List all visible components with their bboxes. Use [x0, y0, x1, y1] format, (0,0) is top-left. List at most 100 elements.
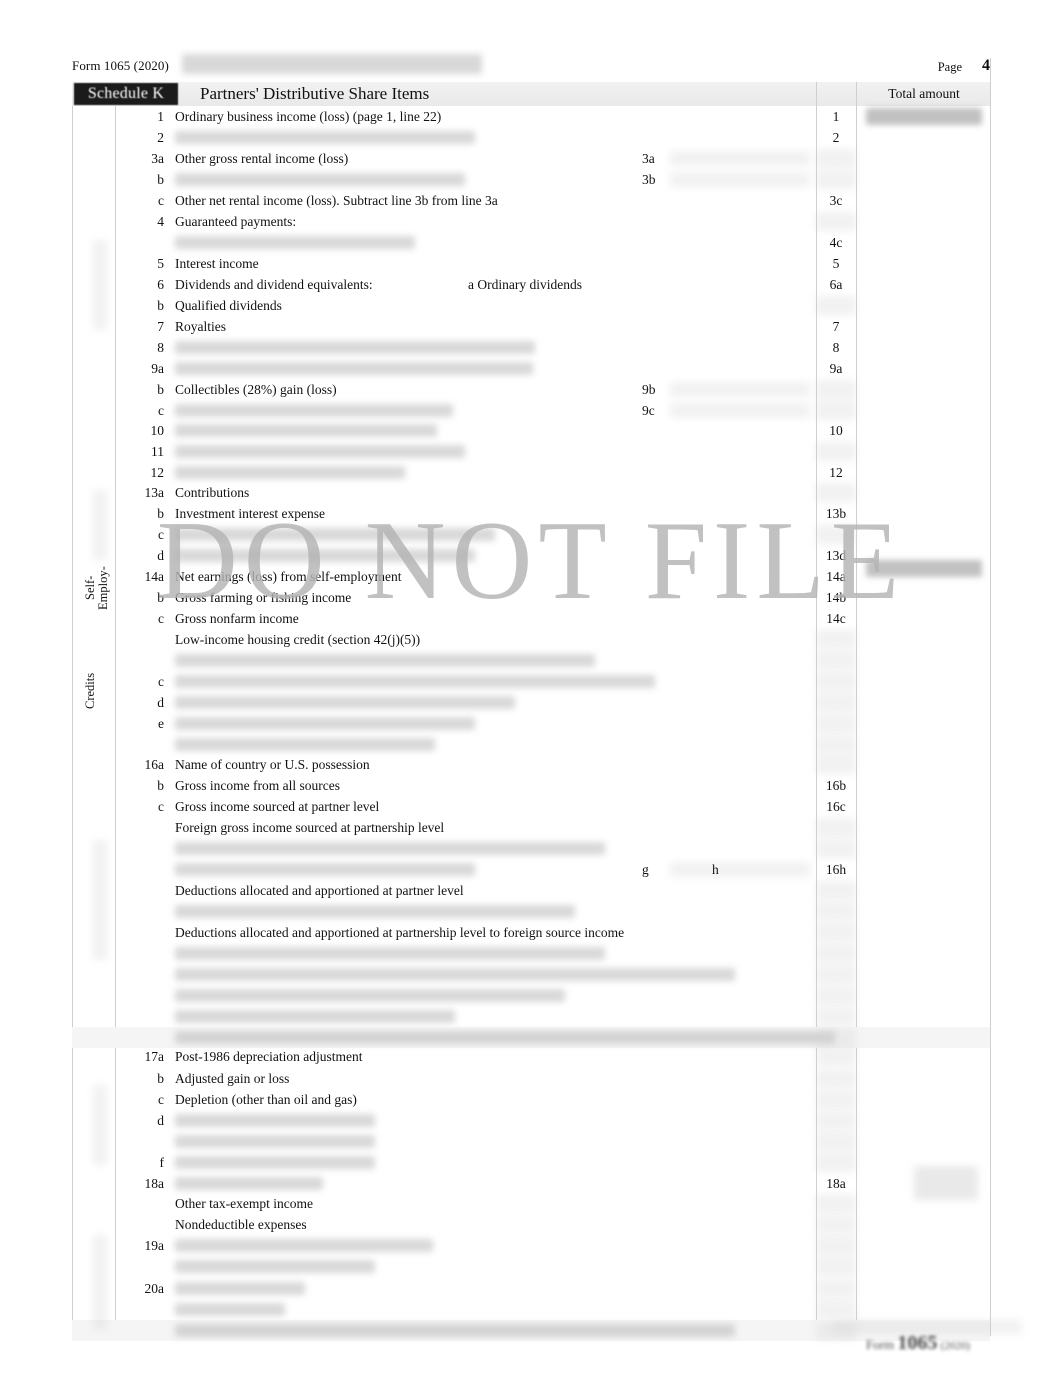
table-row: c Gross income sourced at partner level 16…: [72, 796, 990, 817]
line-reference-code: 16h: [825, 862, 847, 877]
redacted-line-description: [175, 863, 475, 876]
mid-column-line-ref: 3a: [642, 151, 655, 166]
line-number: 14a: [144, 569, 165, 584]
table-row: Low-income housing credit (section 42(j)…: [72, 629, 990, 650]
table-row: 16a Name of country or U.S. possession: [72, 754, 990, 775]
line-description: Deductions allocated and apportioned at …: [175, 925, 625, 940]
line-reference-code: 2: [832, 130, 840, 145]
redacted-total-amount-value[interactable]: [866, 108, 982, 125]
total-amount-column-header: Total amount: [888, 86, 960, 101]
page-header: Form 1065 (2020) Page 4: [72, 54, 990, 76]
redacted-line-description: [175, 173, 465, 186]
line-number: b: [157, 172, 164, 187]
mid-amount-field[interactable]: [670, 862, 810, 877]
mid-amount-field[interactable]: [670, 172, 810, 187]
line-description: Adjusted gain or loss: [175, 1071, 290, 1086]
mid-amount-field[interactable]: [670, 382, 810, 397]
table-row: Other tax-exempt income: [72, 1193, 990, 1214]
shaded-ref-cell: [816, 839, 856, 858]
redacted-line-description: [175, 675, 655, 688]
form-1065-schedule-k-page: Form 1065 (2020) Page 4 Schedule K Partn…: [0, 0, 1062, 1377]
table-row: 4c: [72, 232, 990, 253]
redacted-header-title: [182, 54, 482, 74]
line-number: 16a: [144, 757, 165, 772]
shaded-ref-cell: [816, 442, 856, 461]
shaded-ref-cell: [816, 693, 856, 712]
line-description: Contributions: [175, 485, 250, 500]
table-row: [72, 838, 990, 859]
shaded-ref-cell: [816, 1236, 856, 1255]
side-category-label: Credits: [83, 672, 97, 710]
footer-form-label: Form 1065 (2020): [866, 1332, 970, 1355]
shaded-ref-cell: [816, 1132, 856, 1151]
table-row: 1 Ordinary business income (loss) (page 1…: [72, 106, 990, 127]
line-description: Depletion (other than oil and gas): [175, 1092, 357, 1107]
mid-column-line-ref: 9c: [642, 403, 655, 418]
line-number: c: [158, 674, 164, 689]
table-row: [72, 985, 990, 1006]
table-row: 5 Interest income 5: [72, 253, 990, 274]
line-number: b: [157, 298, 164, 313]
line-number: f: [159, 1155, 165, 1170]
line-description: Foreign gross income sourced at partners…: [175, 820, 445, 835]
line-number: 11: [151, 444, 164, 459]
shaded-ref-cell: [816, 1279, 856, 1298]
footer-form-number: 1065: [897, 1332, 938, 1354]
line-reference-code: 16c: [826, 799, 846, 814]
line-reference-code: 6a: [829, 277, 843, 292]
line-reference-code: 4c: [829, 235, 843, 250]
line-description: Gross nonfarm income: [175, 611, 299, 626]
line-description: Name of country or U.S. possession: [175, 757, 370, 772]
table-row: 18a 18a: [72, 1173, 990, 1194]
redacted-total-amount-value[interactable]: [914, 1166, 978, 1200]
shaded-ref-cell: [816, 923, 856, 942]
table-row: b Investment interest expense 13b: [72, 503, 990, 524]
line-description: Qualified dividends: [175, 298, 282, 313]
shaded-ref-cell: [816, 525, 856, 544]
redacted-line-description: [175, 1282, 305, 1295]
redacted-line-description: [175, 1135, 375, 1148]
redacted-line-description: [175, 424, 437, 437]
redacted-total-amount-value[interactable]: [866, 560, 982, 577]
table-row: 4 Guaranteed payments:: [72, 211, 990, 232]
shaded-ref-cell: [816, 986, 856, 1005]
shaded-ref-cell: [816, 755, 856, 774]
shaded-ref-cell: [816, 1069, 856, 1088]
table-row: [72, 734, 990, 755]
shaded-ref-cell: [816, 881, 856, 900]
line-reference-code: 9a: [829, 361, 843, 376]
line-number: b: [157, 778, 164, 793]
redacted-line-description: [175, 654, 595, 667]
shaded-ref-cell: [816, 212, 856, 231]
line-number: 5: [157, 256, 164, 271]
mid-amount-field[interactable]: [670, 151, 810, 166]
redacted-line-description: [175, 1114, 375, 1127]
line-description: Deductions allocated and apportioned at …: [175, 883, 464, 898]
shaded-ref-cell: [816, 380, 856, 399]
shaded-ref-cell: [816, 735, 856, 754]
line-number: 9a: [151, 361, 164, 376]
redacted-line-description: [175, 131, 475, 144]
table-row: c: [72, 524, 990, 545]
line-number: 19a: [144, 1238, 165, 1253]
line-number: b: [157, 506, 164, 521]
line-reference-code: 1: [832, 109, 840, 124]
mid-amount-field[interactable]: [670, 403, 810, 418]
table-row: [72, 1256, 990, 1277]
line-description: Dividends and dividend equivalents:: [175, 277, 373, 292]
shaded-ref-cell: [816, 1257, 856, 1276]
table-row: g 16h: [72, 859, 990, 880]
page-footer: Form 1065 (2020): [72, 1320, 1022, 1358]
redacted-line-description: [175, 1031, 835, 1044]
mid-column-line-ref: 3b: [642, 172, 656, 187]
line-number: 3a: [151, 151, 164, 166]
table-row: f: [72, 1152, 990, 1173]
line-number: 4: [157, 214, 164, 229]
shaded-ref-cell: [816, 944, 856, 963]
line-description: Net earnings (loss) from self-employment: [175, 569, 402, 584]
redacted-line-description: [175, 1010, 455, 1023]
redacted-side-category-income: [93, 240, 107, 330]
line-reference-code: 14b: [825, 590, 847, 605]
table-row: [72, 943, 990, 964]
redacted-line-description: [175, 1303, 285, 1316]
